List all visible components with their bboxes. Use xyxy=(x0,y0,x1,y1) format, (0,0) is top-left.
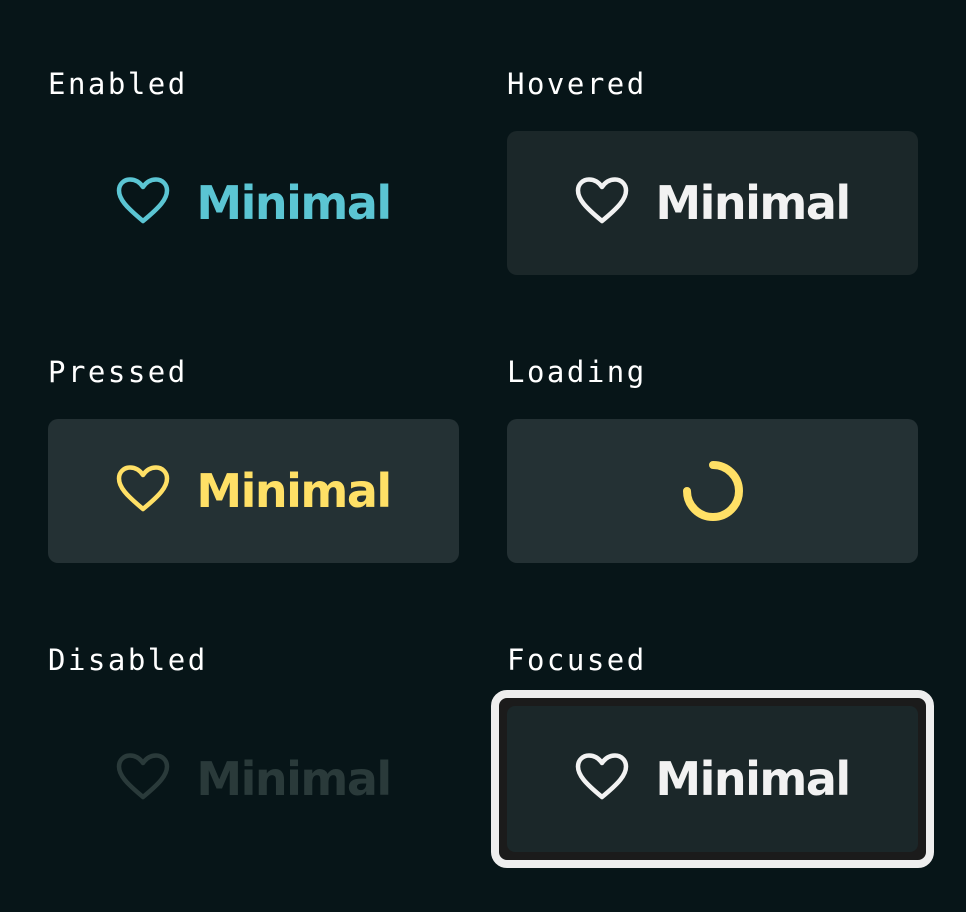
button-label: Minimal xyxy=(655,752,851,806)
state-label: Hovered xyxy=(507,67,647,101)
heart-icon xyxy=(575,753,629,801)
state-label: Pressed xyxy=(48,355,188,389)
button-label: Minimal xyxy=(196,176,392,230)
button-label: Minimal xyxy=(196,752,392,806)
heart-icon xyxy=(116,753,170,801)
minimal-button-disabled: Minimal xyxy=(48,707,459,851)
heart-icon xyxy=(575,177,629,225)
focus-ring: Minimal xyxy=(491,690,934,868)
heart-icon xyxy=(116,465,170,513)
minimal-button-focused[interactable]: Minimal xyxy=(507,706,918,852)
heart-icon xyxy=(116,177,170,225)
state-label: Focused xyxy=(507,643,647,677)
minimal-button-pressed[interactable]: Minimal xyxy=(48,419,459,563)
minimal-button-loading[interactable] xyxy=(507,419,918,563)
state-label: Loading xyxy=(507,355,647,389)
loading-spinner-icon xyxy=(681,459,745,523)
minimal-button-hovered[interactable]: Minimal xyxy=(507,131,918,275)
state-label: Disabled xyxy=(48,643,208,677)
button-label: Minimal xyxy=(196,464,392,518)
state-label: Enabled xyxy=(48,67,188,101)
minimal-button-enabled[interactable]: Minimal xyxy=(48,131,459,275)
button-label: Minimal xyxy=(655,176,851,230)
